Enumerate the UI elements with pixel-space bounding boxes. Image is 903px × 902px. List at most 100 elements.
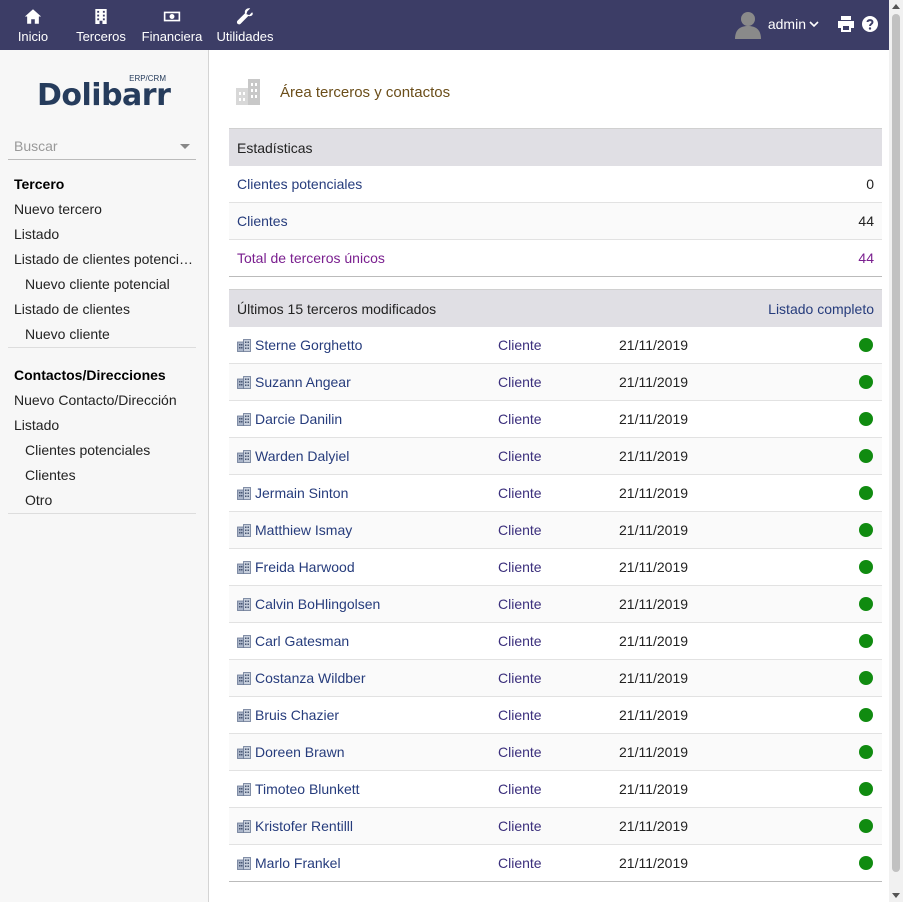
thirdparty-link[interactable]: Matthiew Ismay xyxy=(237,522,498,538)
dolibarr-logo[interactable]: ERP/CRM Dolibarr xyxy=(37,74,171,113)
vertical-scrollbar[interactable] xyxy=(889,0,903,902)
thirdparty-name: Marlo Frankel xyxy=(255,855,341,871)
thirdparty-type[interactable]: Cliente xyxy=(498,596,619,612)
company-icon xyxy=(237,745,251,759)
stats-total-label: Total de terceros únicos xyxy=(237,250,385,266)
thirdparty-link[interactable]: Suzann Angear xyxy=(237,374,498,390)
stats-title: Estadísticas xyxy=(237,139,313,156)
status-indicator xyxy=(858,855,874,871)
thirdparty-type[interactable]: Cliente xyxy=(498,781,619,797)
thirdparty-link[interactable]: Carl Gatesman xyxy=(237,633,498,649)
scrollbar-thumb[interactable] xyxy=(892,14,900,872)
thirdparty-type[interactable]: Cliente xyxy=(498,337,619,353)
menu-item-contactos-otro[interactable]: Otro xyxy=(8,488,196,513)
modified-date: 21/11/2019 xyxy=(619,855,689,871)
menu-item-nuevo-cliente-potencial[interactable]: Nuevo cliente potencial xyxy=(8,272,196,297)
topmenu-label: Terceros xyxy=(76,29,126,44)
thirdparty-type[interactable]: Cliente xyxy=(498,411,619,427)
chevron-down-icon[interactable] xyxy=(809,19,819,29)
stats-label-link[interactable]: Clientes potenciales xyxy=(237,176,866,192)
thirdparty-link[interactable]: Doreen Brawn xyxy=(237,744,498,760)
status-dot xyxy=(859,782,873,796)
thirdparty-name: Costanza Wildber xyxy=(255,670,366,686)
top-navbar: Inicio Terceros Financiera Utilidades ad… xyxy=(0,0,889,50)
wrench-icon xyxy=(235,8,255,25)
status-indicator xyxy=(858,744,874,760)
menu-item-listado[interactable]: Listado xyxy=(8,222,196,247)
thirdparty-type[interactable]: Cliente xyxy=(498,855,619,871)
print-icon[interactable] xyxy=(837,15,855,33)
thirdparty-type[interactable]: Cliente xyxy=(498,485,619,501)
thirdparty-name: Kristofer Rentilll xyxy=(255,818,354,834)
table-row: Doreen Brawn Cliente 21/11/2019 xyxy=(229,734,882,771)
status-indicator xyxy=(858,485,874,501)
thirdparty-name: Jermain Sinton xyxy=(255,485,349,501)
thirdparty-link[interactable]: Kristofer Rentilll xyxy=(237,818,498,834)
thirdparty-type[interactable]: Cliente xyxy=(498,707,619,723)
scroll-down-arrow-icon[interactable] xyxy=(892,893,900,898)
menu-title-contactos[interactable]: Contactos/Direcciones xyxy=(8,363,196,388)
stats-box: Estadísticas Clientes potenciales 0 Clie… xyxy=(229,128,882,277)
company-icon xyxy=(237,449,251,463)
thirdparty-link[interactable]: Marlo Frankel xyxy=(237,855,498,871)
topmenu-financiera[interactable]: Financiera xyxy=(137,0,207,50)
menu-item-nuevo-cliente[interactable]: Nuevo cliente xyxy=(8,322,196,347)
thirdparty-link[interactable]: Sterne Gorghetto xyxy=(237,337,498,353)
thirdparty-type[interactable]: Cliente xyxy=(498,374,619,390)
avatar[interactable] xyxy=(734,9,762,39)
scroll-up-arrow-icon[interactable] xyxy=(892,4,900,9)
company-icon xyxy=(237,338,251,352)
status-dot xyxy=(859,671,873,685)
topmenu-terceros[interactable]: Terceros xyxy=(65,0,137,50)
company-icon xyxy=(237,856,251,870)
menu-item-nuevo-contacto[interactable]: Nuevo Contacto/Dirección xyxy=(8,388,196,413)
table-row: Darcie Danilin Cliente 21/11/2019 xyxy=(229,401,882,438)
modified-date: 21/11/2019 xyxy=(619,374,689,390)
modified-date: 21/11/2019 xyxy=(619,670,689,686)
help-icon[interactable] xyxy=(861,15,879,33)
menu-item-listado-clientes-potenciales[interactable]: Listado de clientes potenciales xyxy=(8,247,196,272)
topmenu-utilidades[interactable]: Utilidades xyxy=(207,0,283,50)
topmenu-inicio[interactable]: Inicio xyxy=(1,0,65,50)
status-indicator xyxy=(858,411,874,427)
stats-value: 0 xyxy=(866,176,874,192)
status-dot xyxy=(859,449,873,463)
thirdparty-type[interactable]: Cliente xyxy=(498,448,619,464)
company-icon xyxy=(237,412,251,426)
status-dot xyxy=(859,819,873,833)
table-row: Costanza Wildber Cliente 21/11/2019 xyxy=(229,660,882,697)
thirdparty-link[interactable]: Darcie Danilin xyxy=(237,411,498,427)
modified-date: 21/11/2019 xyxy=(619,781,689,797)
company-icon xyxy=(237,819,251,833)
thirdparty-type[interactable]: Cliente xyxy=(498,818,619,834)
thirdparty-type[interactable]: Cliente xyxy=(498,522,619,538)
menu-title-tercero[interactable]: Tercero xyxy=(8,172,196,197)
menu-item-listado-clientes[interactable]: Listado de clientes xyxy=(8,297,196,322)
search-select[interactable]: Buscar xyxy=(8,134,196,160)
thirdparty-link[interactable]: Timoteo Blunkett xyxy=(237,781,498,797)
company-icon xyxy=(237,708,251,722)
table-row: Calvin BoHlingolsen Cliente 21/11/2019 xyxy=(229,586,882,623)
username-dropdown[interactable]: admin xyxy=(768,16,806,32)
stats-label-link[interactable]: Clientes xyxy=(237,213,858,229)
logo-text: Dolibarr xyxy=(37,78,171,113)
table-row: Freida Harwood Cliente 21/11/2019 xyxy=(229,549,882,586)
menu-item-contactos-potenciales[interactable]: Clientes potenciales xyxy=(8,438,196,463)
menu-item-listado-contactos[interactable]: Listado xyxy=(8,413,196,438)
thirdparty-link[interactable]: Warden Dalyiel xyxy=(237,448,498,464)
thirdparty-type[interactable]: Cliente xyxy=(498,744,619,760)
menu-item-contactos-clientes[interactable]: Clientes xyxy=(8,463,196,488)
full-list-link[interactable]: Listado completo xyxy=(768,301,874,317)
thirdparty-link[interactable]: Freida Harwood xyxy=(237,559,498,575)
status-indicator xyxy=(858,818,874,834)
thirdparty-type[interactable]: Cliente xyxy=(498,559,619,575)
thirdparty-link[interactable]: Jermain Sinton xyxy=(237,485,498,501)
thirdparty-link[interactable]: Costanza Wildber xyxy=(237,670,498,686)
thirdparty-link[interactable]: Calvin BoHlingolsen xyxy=(237,596,498,612)
thirdparty-link[interactable]: Bruis Chazier xyxy=(237,707,498,723)
thirdparty-type[interactable]: Cliente xyxy=(498,633,619,649)
thirdparty-type[interactable]: Cliente xyxy=(498,670,619,686)
table-row: Suzann Angear Cliente 21/11/2019 xyxy=(229,364,882,401)
building-icon xyxy=(236,79,260,105)
menu-item-nuevo-tercero[interactable]: Nuevo tercero xyxy=(8,197,196,222)
